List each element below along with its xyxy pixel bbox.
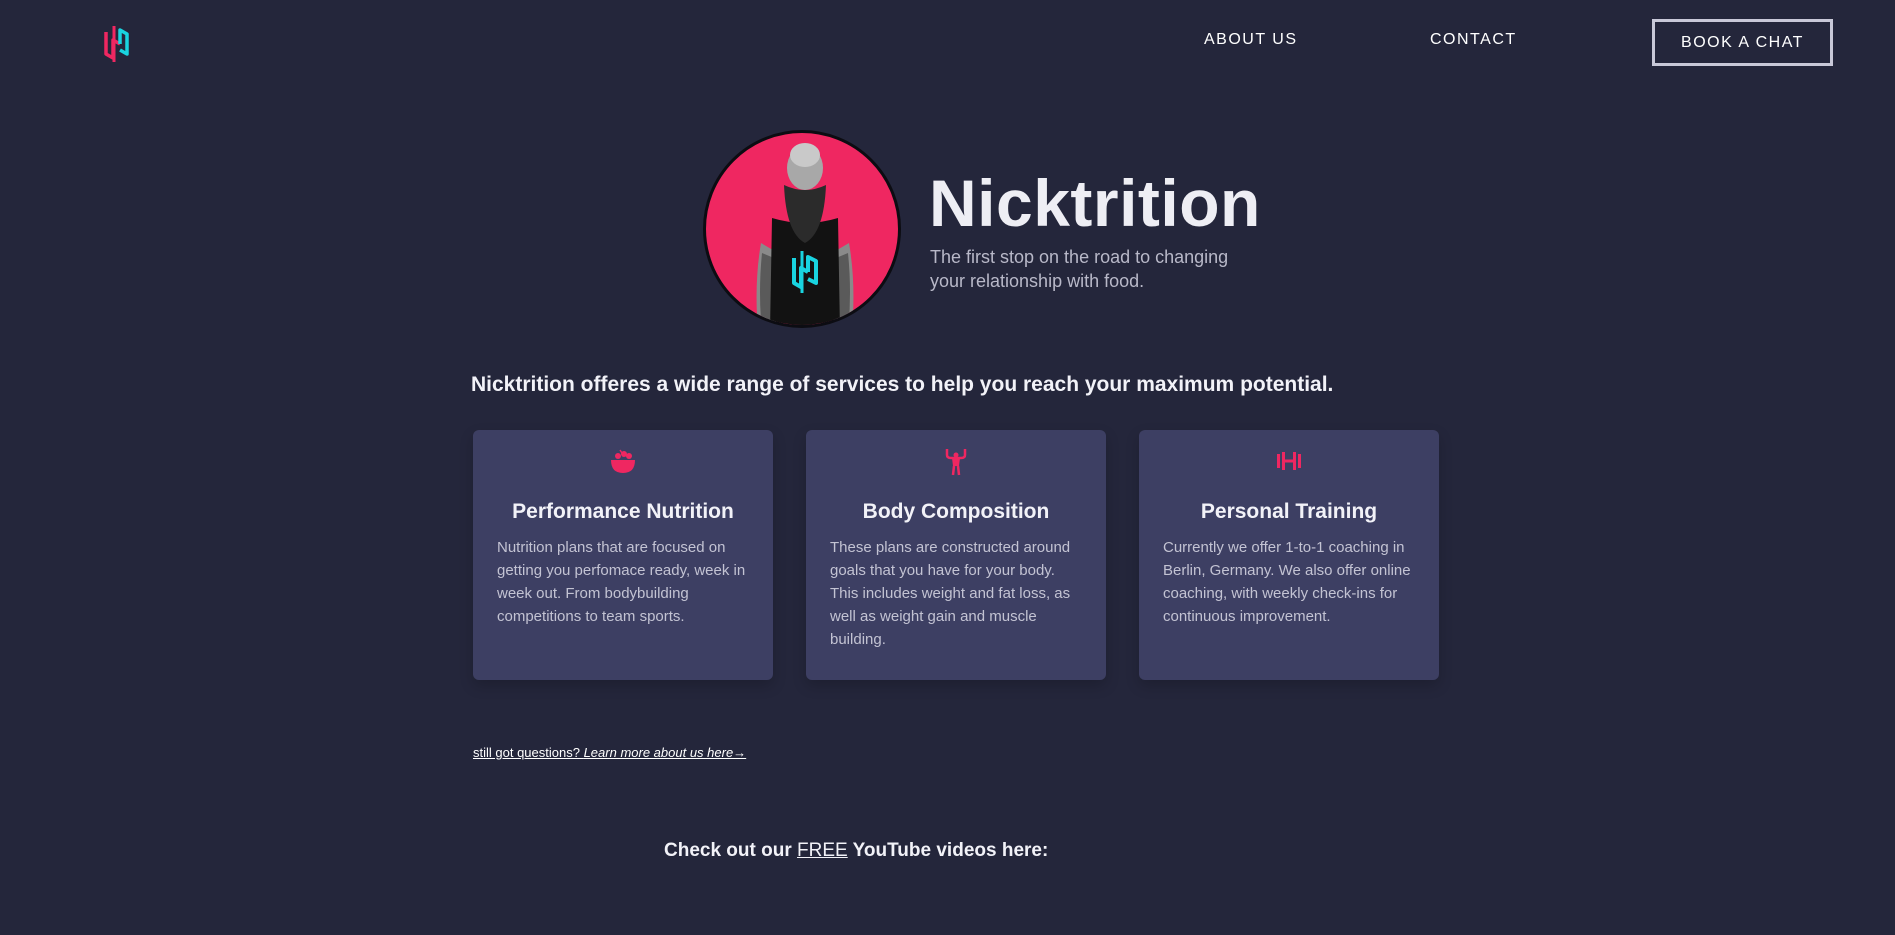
youtube-heading-before: Check out our [664, 840, 798, 861]
service-card-personal-training: Personal Training Currently we offer 1-t… [1139, 430, 1439, 680]
card-description: These plans are constructed around goals… [830, 539, 1071, 648]
free-highlight: FREE [797, 840, 848, 861]
card-title: Body Composition [862, 500, 1050, 523]
nicktrition-logo-icon[interactable] [100, 18, 134, 66]
service-card-performance-nutrition: Performance Nutrition Nutrition plans th… [473, 430, 773, 680]
person-photo [756, 143, 854, 325]
site-header: ABOUT US CONTACT BOOK A CHAT [0, 0, 1895, 84]
flexing-figure-icon [941, 446, 971, 476]
card-description: Nutrition plans that are focused on gett… [497, 539, 746, 625]
hero-subtitle: The first stop on the road to changing y… [930, 247, 1229, 291]
learn-more-link[interactable]: still got questions? Learn more about us… [473, 745, 746, 760]
card-description: Currently we offer 1-to-1 coaching in Be… [1163, 539, 1411, 625]
bowl-icon [608, 446, 638, 476]
card-title: Performance Nutrition [512, 500, 734, 523]
book-a-chat-button[interactable]: BOOK A CHAT [1652, 19, 1833, 66]
avatar [703, 130, 901, 328]
dumbbell-icon [1274, 446, 1304, 476]
youtube-heading: Check out our FREE YouTube videos here: [664, 840, 1048, 862]
nav-contact[interactable]: CONTACT [1430, 31, 1517, 49]
services-intro: Nicktrition offeres a wide range of serv… [471, 373, 1334, 396]
learn-more-link-text[interactable]: Learn more about us here→ [584, 745, 747, 760]
nav-about-us[interactable]: ABOUT US [1204, 31, 1298, 49]
learn-more-prefix: still got questions? [473, 745, 584, 760]
card-title: Personal Training [1200, 500, 1378, 523]
hero-title: Nicktrition [929, 166, 1261, 240]
youtube-heading-after: YouTube videos here: [847, 840, 1049, 861]
service-card-body-composition: Body Composition These plans are constru… [806, 430, 1106, 680]
